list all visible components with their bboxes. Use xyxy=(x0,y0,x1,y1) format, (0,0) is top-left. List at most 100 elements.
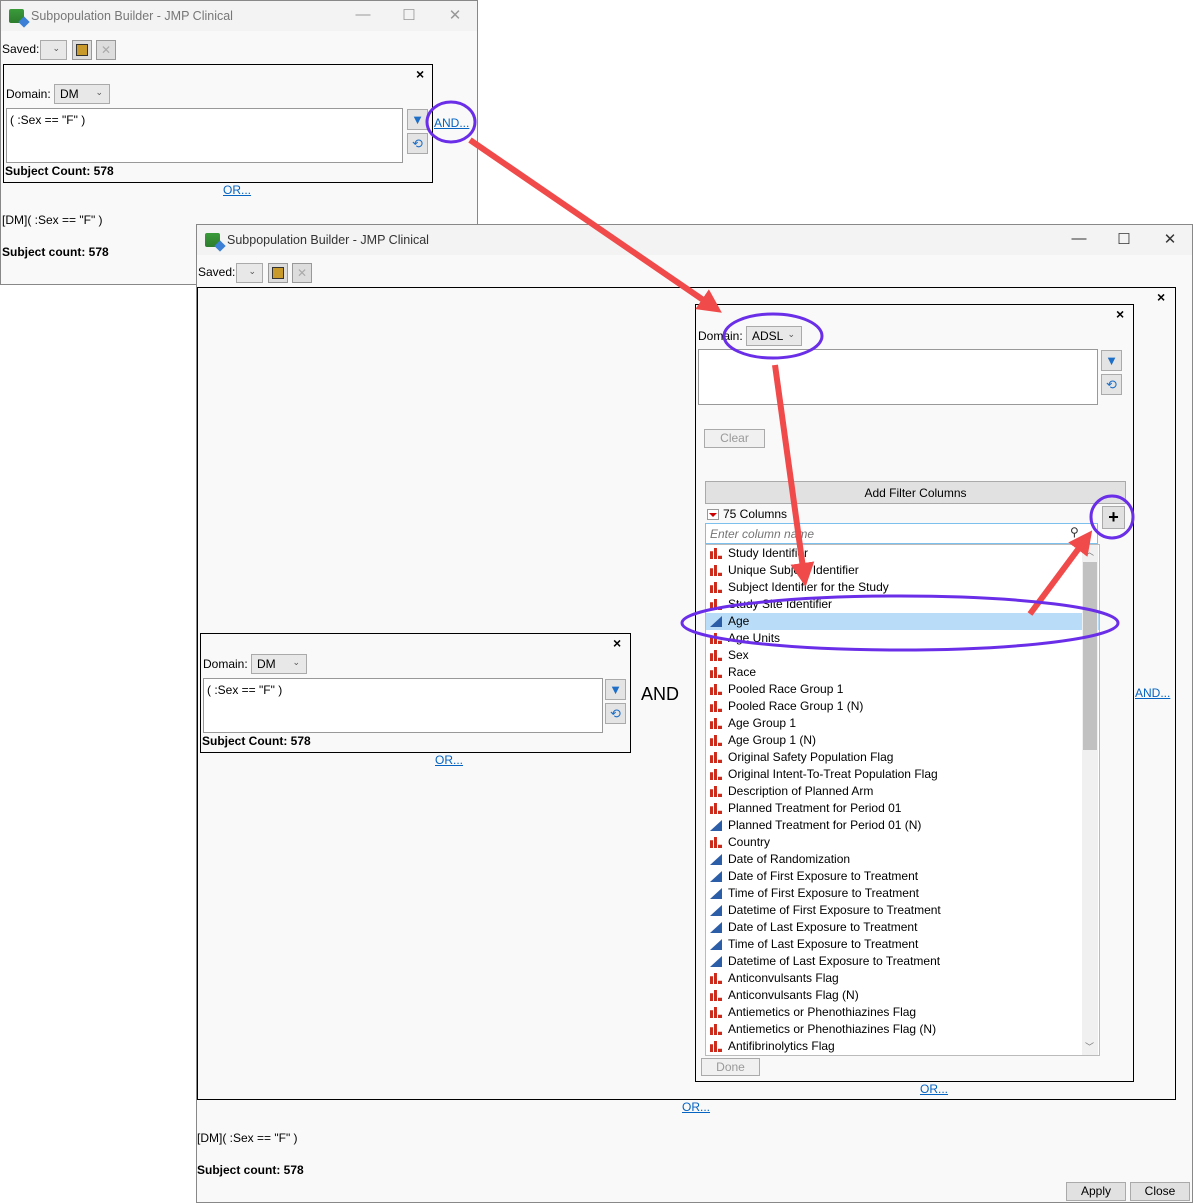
or-link[interactable]: OR... xyxy=(682,1100,710,1114)
column-list-item[interactable]: Sex xyxy=(706,647,1099,664)
subject-count: Subject Count: 578 xyxy=(202,734,311,748)
close-window-button[interactable]: ✕ xyxy=(445,6,465,24)
column-name: Time of Last Exposure to Treatment xyxy=(728,937,919,951)
x-icon: ✕ xyxy=(296,266,308,280)
column-name: Antiemetics or Phenothiazines Flag (N) xyxy=(728,1022,937,1036)
saved-dropdown[interactable]: ⌄ xyxy=(40,40,67,60)
delete-button[interactable]: ✕ xyxy=(292,263,312,283)
nominal-column-icon xyxy=(710,633,722,644)
filter-button[interactable]: ▼ xyxy=(407,109,428,130)
column-list-item[interactable]: Time of Last Exposure to Treatment xyxy=(706,936,1099,953)
close-window-button[interactable]: ✕ xyxy=(1160,230,1180,248)
and-link[interactable]: AND... xyxy=(1135,686,1170,700)
column-list-item[interactable]: Original Intent-To-Treat Population Flag xyxy=(706,766,1099,783)
saved-label: Saved: xyxy=(2,42,40,56)
domain-dropdown[interactable]: DM ⌄ xyxy=(54,84,110,104)
column-list-item[interactable]: Antiemetics or Phenothiazines Flag (N) xyxy=(706,1021,1099,1038)
column-list-item[interactable]: Time of First Exposure to Treatment xyxy=(706,885,1099,902)
remove-filter-button[interactable]: × xyxy=(1116,306,1124,322)
column-search-input[interactable] xyxy=(705,523,1098,544)
filter-button[interactable]: ▼ xyxy=(605,679,626,700)
summary-count: Subject count: 578 xyxy=(2,245,109,259)
scrollbar-thumb[interactable] xyxy=(1083,562,1097,750)
refresh-button[interactable]: ⟲ xyxy=(1101,374,1122,395)
or-link-adsl[interactable]: OR... xyxy=(920,1082,948,1096)
column-list-item[interactable]: Pooled Race Group 1 (N) xyxy=(706,698,1099,715)
domain-dropdown[interactable]: ADSL ⌄ xyxy=(746,326,802,346)
done-button[interactable]: Done xyxy=(701,1058,760,1076)
column-list-item[interactable]: Datetime of Last Exposure to Treatment xyxy=(706,953,1099,970)
column-list-item[interactable]: Planned Treatment for Period 01 xyxy=(706,800,1099,817)
save-button[interactable] xyxy=(268,263,288,283)
column-list-item[interactable]: Pooled Race Group 1 xyxy=(706,681,1099,698)
or-link[interactable]: OR... xyxy=(223,183,251,197)
minimize-button[interactable]: — xyxy=(1069,230,1089,247)
and-link[interactable]: AND... xyxy=(434,116,469,130)
column-list-item[interactable]: Original Safety Population Flag xyxy=(706,749,1099,766)
domain-dropdown[interactable]: DM ⌄ xyxy=(251,654,307,674)
app-icon xyxy=(205,233,220,247)
saved-dropdown[interactable]: ⌄ xyxy=(236,263,263,283)
column-list-item[interactable]: Anticonvulsants Flag (N) xyxy=(706,987,1099,1004)
clear-button[interactable]: Clear xyxy=(704,429,765,448)
scroll-up-icon[interactable]: ︿ xyxy=(1085,545,1094,558)
column-list-item[interactable]: Study Site Identifier xyxy=(706,596,1099,613)
summary-expression: [DM]( :Sex == "F" ) xyxy=(197,1131,298,1145)
column-list-item[interactable]: Race xyxy=(706,664,1099,681)
app-icon xyxy=(9,9,24,23)
filter-expression[interactable]: ( :Sex == "F" ) xyxy=(203,678,603,733)
remove-group-button[interactable]: × xyxy=(1157,289,1165,305)
columns-disclosure-icon[interactable] xyxy=(707,509,719,520)
column-list-item[interactable]: Age Group 1 xyxy=(706,715,1099,732)
column-list-item[interactable]: Description of Planned Arm xyxy=(706,783,1099,800)
column-name: Country xyxy=(728,835,771,849)
column-list-item[interactable]: Age xyxy=(706,613,1099,630)
column-list-item[interactable]: Age Group 1 (N) xyxy=(706,732,1099,749)
apply-button[interactable]: Apply xyxy=(1066,1182,1126,1201)
nominal-column-icon xyxy=(710,769,722,780)
save-button[interactable] xyxy=(72,40,92,60)
filter-expression[interactable] xyxy=(698,349,1098,405)
close-button[interactable]: Close xyxy=(1130,1182,1190,1201)
refresh-button[interactable]: ⟲ xyxy=(407,133,428,154)
maximize-button[interactable]: ☐ xyxy=(1114,230,1134,248)
chevron-down-icon: ⌄ xyxy=(248,266,256,276)
refresh-icon: ⟲ xyxy=(1106,377,1117,392)
window-title: Subpopulation Builder - JMP Clinical xyxy=(227,233,429,247)
column-list-item[interactable]: Subject Identifier for the Study xyxy=(706,579,1099,596)
minimize-button[interactable]: — xyxy=(353,6,373,23)
column-list-item[interactable]: Age Units xyxy=(706,630,1099,647)
column-list-item[interactable]: Date of First Exposure to Treatment xyxy=(706,868,1099,885)
summary-count: Subject count: 578 xyxy=(197,1163,304,1177)
column-list-item[interactable]: Planned Treatment for Period 01 (N) xyxy=(706,817,1099,834)
refresh-button[interactable]: ⟲ xyxy=(605,703,626,724)
column-list-item[interactable]: Antifibrinolytics Flag xyxy=(706,1038,1099,1055)
plus-icon: + xyxy=(1108,507,1119,527)
nominal-column-icon xyxy=(710,803,722,814)
remove-filter-button[interactable]: × xyxy=(613,635,621,651)
column-list-item[interactable]: Unique Subject Identifier xyxy=(706,562,1099,579)
nominal-column-icon xyxy=(710,1007,722,1018)
filter-box-dm: × Domain: DM ⌄ ( :Sex == "F" ) ▼ ⟲ Subjec… xyxy=(200,633,631,753)
column-list-item[interactable]: Country xyxy=(706,834,1099,851)
filter-button[interactable]: ▼ xyxy=(1101,350,1122,371)
column-list-item[interactable]: Study Identifier xyxy=(706,545,1099,562)
or-link[interactable]: OR... xyxy=(435,753,463,767)
filter-expression[interactable]: ( :Sex == "F" ) xyxy=(6,108,403,163)
remove-filter-button[interactable]: × xyxy=(416,66,424,82)
scroll-down-icon[interactable]: ﹀ xyxy=(1085,1040,1094,1053)
column-list[interactable]: Study Identifier Unique Subject Identifie… xyxy=(705,544,1100,1056)
nominal-column-icon xyxy=(710,837,722,848)
chevron-down-icon: ⌄ xyxy=(95,87,103,97)
add-column-button[interactable]: + xyxy=(1102,506,1125,529)
column-name: Description of Planned Arm xyxy=(728,784,874,798)
column-list-item[interactable]: Anticonvulsants Flag xyxy=(706,970,1099,987)
column-list-item[interactable]: Datetime of First Exposure to Treatment xyxy=(706,902,1099,919)
column-list-item[interactable]: Date of Last Exposure to Treatment xyxy=(706,919,1099,936)
column-name: Anticonvulsants Flag (N) xyxy=(728,988,859,1002)
maximize-button[interactable]: ☐ xyxy=(399,6,419,24)
column-list-item[interactable]: Antiemetics or Phenothiazines Flag xyxy=(706,1004,1099,1021)
column-name: Antifibrinolytics Flag xyxy=(728,1039,835,1053)
delete-button[interactable]: ✕ xyxy=(96,40,116,60)
column-list-item[interactable]: Date of Randomization xyxy=(706,851,1099,868)
